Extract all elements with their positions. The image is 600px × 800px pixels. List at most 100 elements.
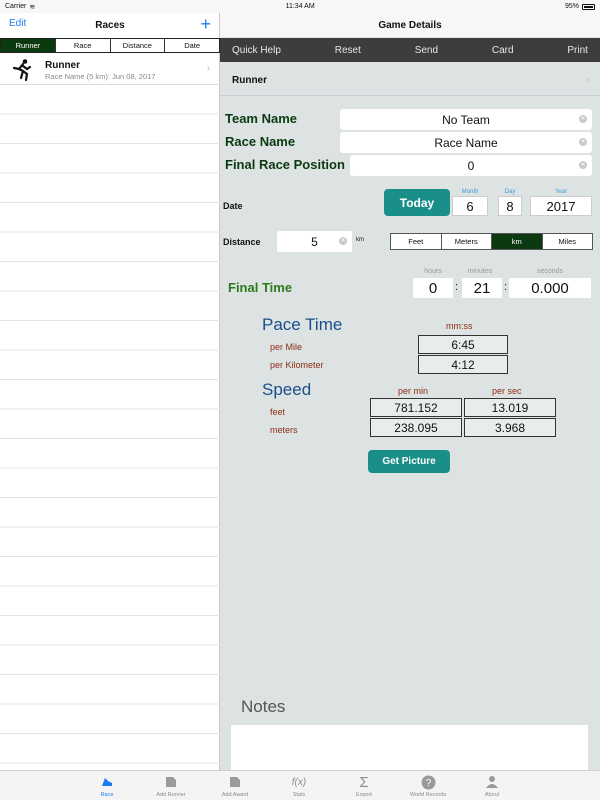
tab-label: Add Runner xyxy=(156,792,186,798)
get-picture-button[interactable]: Get Picture xyxy=(368,450,450,473)
clear-icon[interactable]: ✕ xyxy=(579,161,587,169)
date-label: Date xyxy=(223,201,243,211)
tab-world-records[interactable]: ? World Records xyxy=(398,771,458,800)
unit-km[interactable]: km xyxy=(492,234,543,249)
tab-label: World Records xyxy=(409,792,447,798)
team-name-value: No Team xyxy=(442,112,490,127)
minutes-field[interactable]: 21 xyxy=(462,278,502,298)
quick-help-button[interactable]: Quick Help xyxy=(232,45,281,56)
divider xyxy=(220,95,600,96)
tab-label: Add Award xyxy=(221,792,249,798)
race-name-label: Race Name xyxy=(225,134,296,149)
feet-label: feet xyxy=(270,407,286,417)
runner-selector[interactable]: Runner › xyxy=(220,67,600,93)
races-pane: Edit Races + Runner Race Distance Date R… xyxy=(0,0,220,770)
tab-about[interactable]: About xyxy=(462,771,522,800)
clear-icon[interactable]: ✕ xyxy=(339,237,347,245)
final-position-field[interactable]: 0 ✕ xyxy=(350,155,592,176)
chevron-right-icon: › xyxy=(206,63,210,74)
month-field[interactable]: 6 xyxy=(452,196,488,216)
day-field[interactable]: 8 xyxy=(498,196,522,216)
races-title: Races xyxy=(95,19,125,31)
sigma-icon: Σ xyxy=(359,773,369,791)
tab-label: Race xyxy=(100,792,114,798)
segment-race[interactable]: Race xyxy=(55,39,111,52)
distance-unit-label: km xyxy=(356,237,364,243)
feet-per-sec-value: 13.019 xyxy=(464,398,556,417)
distance-value: 5 xyxy=(311,234,318,249)
clear-icon[interactable]: ✕ xyxy=(579,115,587,123)
add-award-icon xyxy=(227,774,243,790)
month-caption: Month xyxy=(461,189,479,195)
details-toolbar: Quick Help Reset Send Card Print xyxy=(220,38,600,62)
wifi-icon: ≋ xyxy=(29,3,36,11)
add-race-button[interactable]: + xyxy=(200,14,211,35)
pace-mile-value: 6:45 xyxy=(418,335,508,354)
meters-per-min-value: 238.095 xyxy=(370,418,462,437)
tab-stats[interactable]: f(x) Stats xyxy=(269,771,329,800)
team-name-label: Team Name xyxy=(225,111,298,126)
per-sec-label: per sec xyxy=(492,386,522,396)
svg-text:?: ? xyxy=(425,778,431,789)
battery-percent: 95% xyxy=(564,3,579,10)
empty-list-rows xyxy=(0,85,220,770)
sort-segmented-control: Runner Race Distance Date xyxy=(0,38,220,53)
notes-label: Notes xyxy=(241,697,286,716)
hours-caption: hours xyxy=(424,268,442,275)
list-item[interactable]: Runner Race Name (5 km): Jun 08, 2017 › xyxy=(0,55,220,85)
minutes-caption: minutes xyxy=(467,268,493,275)
tab-export[interactable]: Σ Export xyxy=(334,771,394,800)
edit-button[interactable]: Edit xyxy=(9,18,26,29)
tab-label: About xyxy=(484,792,500,798)
pace-km-value: 4:12 xyxy=(418,355,508,374)
time-separator: : xyxy=(504,281,508,293)
hours-field[interactable]: 0 xyxy=(413,278,453,298)
unit-feet[interactable]: Feet xyxy=(391,234,442,249)
tab-label: Stats xyxy=(292,792,306,798)
today-button[interactable]: Today xyxy=(384,189,450,216)
shoe-icon xyxy=(99,774,115,790)
distance-unit-segmented-control: Feet Meters km Miles xyxy=(390,233,593,250)
page-title: Game Details xyxy=(378,19,442,31)
details-nav-bar: Game Details xyxy=(220,13,600,37)
final-position-label: Final Race Position xyxy=(225,157,345,172)
distance-field[interactable]: 5 ✕ xyxy=(277,231,352,252)
time-separator: : xyxy=(455,281,459,293)
runner-subtitle: Race Name (5 km): Jun 08, 2017 xyxy=(45,72,156,81)
segment-date[interactable]: Date xyxy=(165,39,219,52)
pace-units-label: mm:ss xyxy=(446,321,473,331)
runner-name: Runner xyxy=(45,60,80,71)
tab-add-runner[interactable]: Add Runner xyxy=(141,771,201,800)
year-caption: Year xyxy=(554,189,568,195)
send-button[interactable]: Send xyxy=(415,45,438,56)
segment-runner[interactable]: Runner xyxy=(1,39,56,52)
battery-icon xyxy=(582,3,595,10)
tab-label: Export xyxy=(356,792,372,798)
unit-miles[interactable]: Miles xyxy=(543,234,593,249)
function-icon: f(x) xyxy=(291,776,307,788)
year-field[interactable]: 2017 xyxy=(530,196,592,216)
tab-race[interactable]: Race xyxy=(77,771,137,800)
clear-icon[interactable]: ✕ xyxy=(579,138,587,146)
segment-distance[interactable]: Distance xyxy=(110,39,166,52)
reset-button[interactable]: Reset xyxy=(335,45,361,56)
meters-per-sec-value: 3.968 xyxy=(464,418,556,437)
team-name-field[interactable]: No Team ✕ xyxy=(340,109,592,130)
print-button[interactable]: Print xyxy=(567,45,588,56)
feet-per-min-value: 781.152 xyxy=(370,398,462,417)
final-time-label: Final Time xyxy=(228,280,293,295)
final-position-value: 0 xyxy=(467,158,475,173)
clock: 11:34 AM xyxy=(285,3,315,10)
tab-add-award[interactable]: Add Award xyxy=(205,771,265,800)
unit-meters[interactable]: Meters xyxy=(442,234,492,249)
carrier-label: Carrier xyxy=(5,3,27,10)
runner-icon xyxy=(12,59,32,82)
distance-label: Distance xyxy=(223,237,261,247)
card-button[interactable]: Card xyxy=(492,45,514,56)
race-name-field[interactable]: Race Name ✕ xyxy=(340,132,592,153)
notes-textarea[interactable] xyxy=(231,725,588,770)
seconds-field[interactable]: 0.000 xyxy=(509,278,591,298)
question-icon: ? xyxy=(420,774,436,790)
per-km-label: per Kilometer xyxy=(270,360,324,370)
runner-selector-label: Runner xyxy=(232,74,267,86)
